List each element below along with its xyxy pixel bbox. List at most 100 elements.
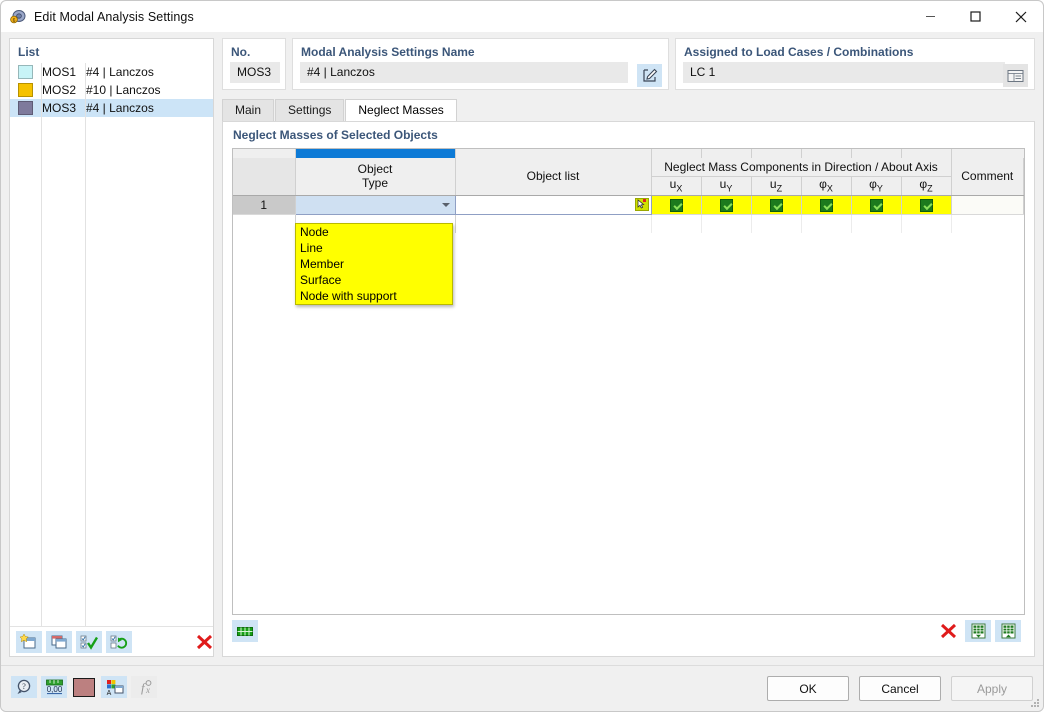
list-item-name: #4 | Lanczos xyxy=(86,65,154,79)
header-ux[interactable]: uX xyxy=(651,176,702,196)
dialog-footer: ? 0,00 A f x OK Cancel Apply xyxy=(1,665,1043,711)
object-list-input[interactable] xyxy=(454,194,652,215)
svg-text:A: A xyxy=(106,690,111,696)
list-item-name: #10 | Lanczos xyxy=(86,83,161,97)
comment-cell[interactable] xyxy=(951,195,1024,215)
header-uz[interactable]: uZ xyxy=(751,176,802,196)
window-title: Edit Modal Analysis Settings xyxy=(34,9,194,24)
header-row: No. MOS3 Modal Analysis Settings Name #4… xyxy=(222,38,1035,92)
no-label: No. xyxy=(231,45,251,59)
header-phix[interactable]: φX xyxy=(801,176,852,196)
pencil-edit-icon[interactable] xyxy=(637,64,662,87)
svg-text:x: x xyxy=(145,685,150,695)
footer-icon-bar: ? 0,00 A f x xyxy=(11,676,161,698)
tab-neglect-masses[interactable]: Neglect Masses xyxy=(345,99,457,121)
checkbox-checked-icon[interactable] xyxy=(919,198,933,212)
cancel-button[interactable]: Cancel xyxy=(859,676,941,701)
grid-settings-button[interactable] xyxy=(232,620,258,642)
svg-text:6: 6 xyxy=(13,18,16,24)
grid-group-header-row: Object Type Object list Neglect Mass Com… xyxy=(233,158,1024,196)
tab-panel-neglect-masses: Neglect Masses of Selected Objects Objec… xyxy=(222,121,1035,657)
checkbox-uz[interactable] xyxy=(751,195,802,215)
selbar-phix xyxy=(801,149,852,158)
header-object-list[interactable]: Object list xyxy=(455,158,652,196)
checkbox-phiz[interactable] xyxy=(901,195,952,215)
color-button[interactable] xyxy=(71,676,97,698)
header-phiz[interactable]: φZ xyxy=(901,176,952,196)
table-list-icon[interactable] xyxy=(1003,64,1028,87)
maximize-button[interactable] xyxy=(953,1,998,32)
delete-button[interactable] xyxy=(191,631,217,653)
checkbox-checked-icon[interactable] xyxy=(719,198,733,212)
pick-objects-icon[interactable] xyxy=(634,197,649,211)
chevron-down-icon[interactable] xyxy=(441,202,450,207)
list-item-code: MOS3 xyxy=(42,101,77,115)
header-neglect-mass-group: Neglect Mass Components in Direction / A… xyxy=(651,158,952,177)
color-swatch xyxy=(18,65,33,79)
export-table-button[interactable] xyxy=(995,620,1021,642)
header-object-type-line1: Object xyxy=(357,162,393,177)
checkbox-checked-icon[interactable] xyxy=(769,198,783,212)
apply-button: Apply xyxy=(951,676,1033,701)
copy-modal-settings-button[interactable] xyxy=(46,630,72,653)
checkbox-ux[interactable] xyxy=(651,195,702,215)
assigned-label: Assigned to Load Cases / Combinations xyxy=(684,45,914,59)
object-type-combo[interactable] xyxy=(294,194,456,215)
dropdown-option-member[interactable]: Member xyxy=(296,256,452,272)
color-swatch xyxy=(73,677,95,697)
header-uy[interactable]: uY xyxy=(701,176,752,196)
tab-settings[interactable]: Settings xyxy=(275,99,345,121)
grid-delete-button[interactable] xyxy=(935,620,961,642)
dropdown-option-line[interactable]: Line xyxy=(296,240,452,256)
dropdown-option-surface[interactable]: Surface xyxy=(296,272,452,288)
refresh-selection-button[interactable] xyxy=(106,630,132,653)
header-rowno xyxy=(233,158,296,196)
new-modal-settings-button[interactable] xyxy=(16,630,42,653)
table-row[interactable]: 1 xyxy=(233,194,1024,215)
checkbox-checked-icon[interactable] xyxy=(669,198,683,212)
header-object-type[interactable]: Object Type xyxy=(295,158,456,196)
select-all-button[interactable] xyxy=(76,630,102,653)
column-selection-strip xyxy=(233,149,1024,158)
dropdown-option-node[interactable]: Node xyxy=(296,224,452,240)
name-input[interactable]: #4 | Lanczos xyxy=(300,62,628,83)
import-table-button[interactable] xyxy=(965,620,991,642)
name-label: Modal Analysis Settings Name xyxy=(301,45,475,59)
assigned-card: Assigned to Load Cases / Combinations LC… xyxy=(675,38,1035,90)
color-swatch xyxy=(18,101,33,115)
row-number: 1 xyxy=(233,195,296,215)
assigned-input[interactable]: LC 1 xyxy=(683,62,1005,83)
tab-bar: Main Settings Neglect Masses xyxy=(222,99,458,121)
object-type-dropdown[interactable]: Node Line Member Surface Node with suppo… xyxy=(295,223,453,305)
modal-settings-list[interactable]: MOS1 #4 | Lanczos MOS2 #10 | Lanczos MOS… xyxy=(10,63,213,626)
header-phiy[interactable]: φY xyxy=(851,176,902,196)
formula-button[interactable]: f x xyxy=(131,676,157,698)
resize-grip[interactable] xyxy=(1030,698,1040,708)
dialog-window: 6 Edit Modal Analysis Settings List MOS1… xyxy=(0,0,1044,712)
dialog-body: List MOS1 #4 | Lanczos MOS2 #10 | Lanczo… xyxy=(1,32,1043,665)
checkbox-phiy[interactable] xyxy=(851,195,902,215)
tab-main[interactable]: Main xyxy=(222,99,275,121)
minimize-button[interactable] xyxy=(908,1,953,32)
ok-button[interactable]: OK xyxy=(767,676,849,701)
neglect-masses-grid[interactable]: Object Type Object list Neglect Mass Com… xyxy=(232,148,1025,615)
checkbox-uy[interactable] xyxy=(701,195,752,215)
color-swatch xyxy=(18,83,33,97)
list-item-code: MOS2 xyxy=(42,83,77,97)
checkbox-checked-icon[interactable] xyxy=(819,198,833,212)
dropdown-option-node-with-support[interactable]: Node with support xyxy=(296,288,452,304)
checkbox-checked-icon[interactable] xyxy=(869,198,883,212)
help-button[interactable]: ? xyxy=(11,676,37,698)
modal-analysis-icon: 6 xyxy=(9,8,27,26)
close-button[interactable] xyxy=(998,1,1043,32)
selbar-phiz xyxy=(901,149,952,158)
selbar-uz xyxy=(751,149,802,158)
list-item-code: MOS1 xyxy=(42,65,77,79)
checkbox-phix[interactable] xyxy=(801,195,852,215)
units-button[interactable]: 0,00 xyxy=(41,676,67,698)
header-comment[interactable]: Comment xyxy=(951,158,1024,196)
display-properties-button[interactable]: A xyxy=(101,676,127,698)
settings-panel: No. MOS3 Modal Analysis Settings Name #4… xyxy=(222,38,1035,657)
selbar-uy xyxy=(701,149,752,158)
svg-text:?: ? xyxy=(22,682,26,691)
